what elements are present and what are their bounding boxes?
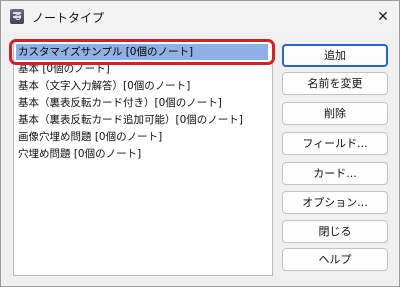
note-type-list[interactable]: カスタマイズサンプル [0個のノート] 基本 [0個のノート] 基本（文字入力解…: [13, 41, 273, 276]
rename-button[interactable]: 名前を変更: [282, 72, 388, 95]
add-button[interactable]: 追加: [282, 44, 388, 67]
cards-button[interactable]: カード...: [282, 162, 388, 185]
list-item[interactable]: 画像穴埋め問題 [0個のノート]: [16, 129, 162, 145]
delete-button[interactable]: 削除: [282, 102, 388, 125]
window-title: ノートタイプ: [32, 11, 105, 25]
app-icon: [10, 9, 24, 24]
note-types-dialog: ノートタイプ ✕ カスタマイズサンプル [0個のノート] 基本 [0個のノート]…: [0, 0, 400, 287]
list-item[interactable]: カスタマイズサンプル [0個のノート]: [16, 44, 268, 60]
help-button[interactable]: ヘルプ: [282, 248, 388, 271]
list-item[interactable]: 基本（文字入力解答）[0個のノート]: [16, 78, 190, 94]
list-item[interactable]: 基本（裏表反転カード付き）[0個のノート]: [16, 95, 222, 111]
list-item[interactable]: 穴埋め問題 [0個のノート]: [16, 146, 141, 162]
close-button[interactable]: 閉じる: [282, 220, 388, 243]
list-item[interactable]: 基本（裏表反転カード追加可能）[0個のノート]: [16, 112, 243, 128]
fields-button[interactable]: フィールド...: [282, 132, 388, 155]
list-item[interactable]: 基本 [0個のノート]: [16, 61, 110, 77]
close-icon[interactable]: ✕: [373, 7, 393, 27]
title-bar: ノートタイプ ✕: [1, 1, 399, 32]
options-button[interactable]: オプション...: [282, 191, 388, 214]
